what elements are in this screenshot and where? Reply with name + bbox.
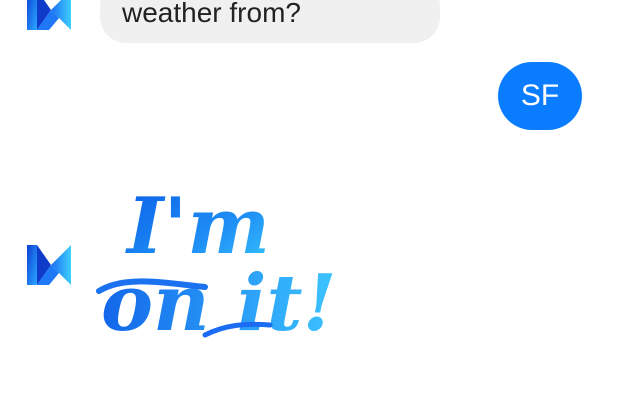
- incoming-message-bubble: weather from?: [100, 0, 440, 43]
- chat-thread: weather from? SF I'm on it!: [0, 0, 620, 400]
- outgoing-message-text: SF: [520, 79, 560, 112]
- m-assistant-icon: [25, 0, 73, 34]
- sticker-text-line2: on it!: [101, 258, 337, 349]
- outgoing-message-bubble[interactable]: SF: [498, 62, 582, 130]
- im-on-it-sticker[interactable]: I'm on it!: [95, 175, 340, 350]
- incoming-message-text: weather from?: [122, 0, 301, 28]
- m-assistant-icon: [25, 241, 73, 289]
